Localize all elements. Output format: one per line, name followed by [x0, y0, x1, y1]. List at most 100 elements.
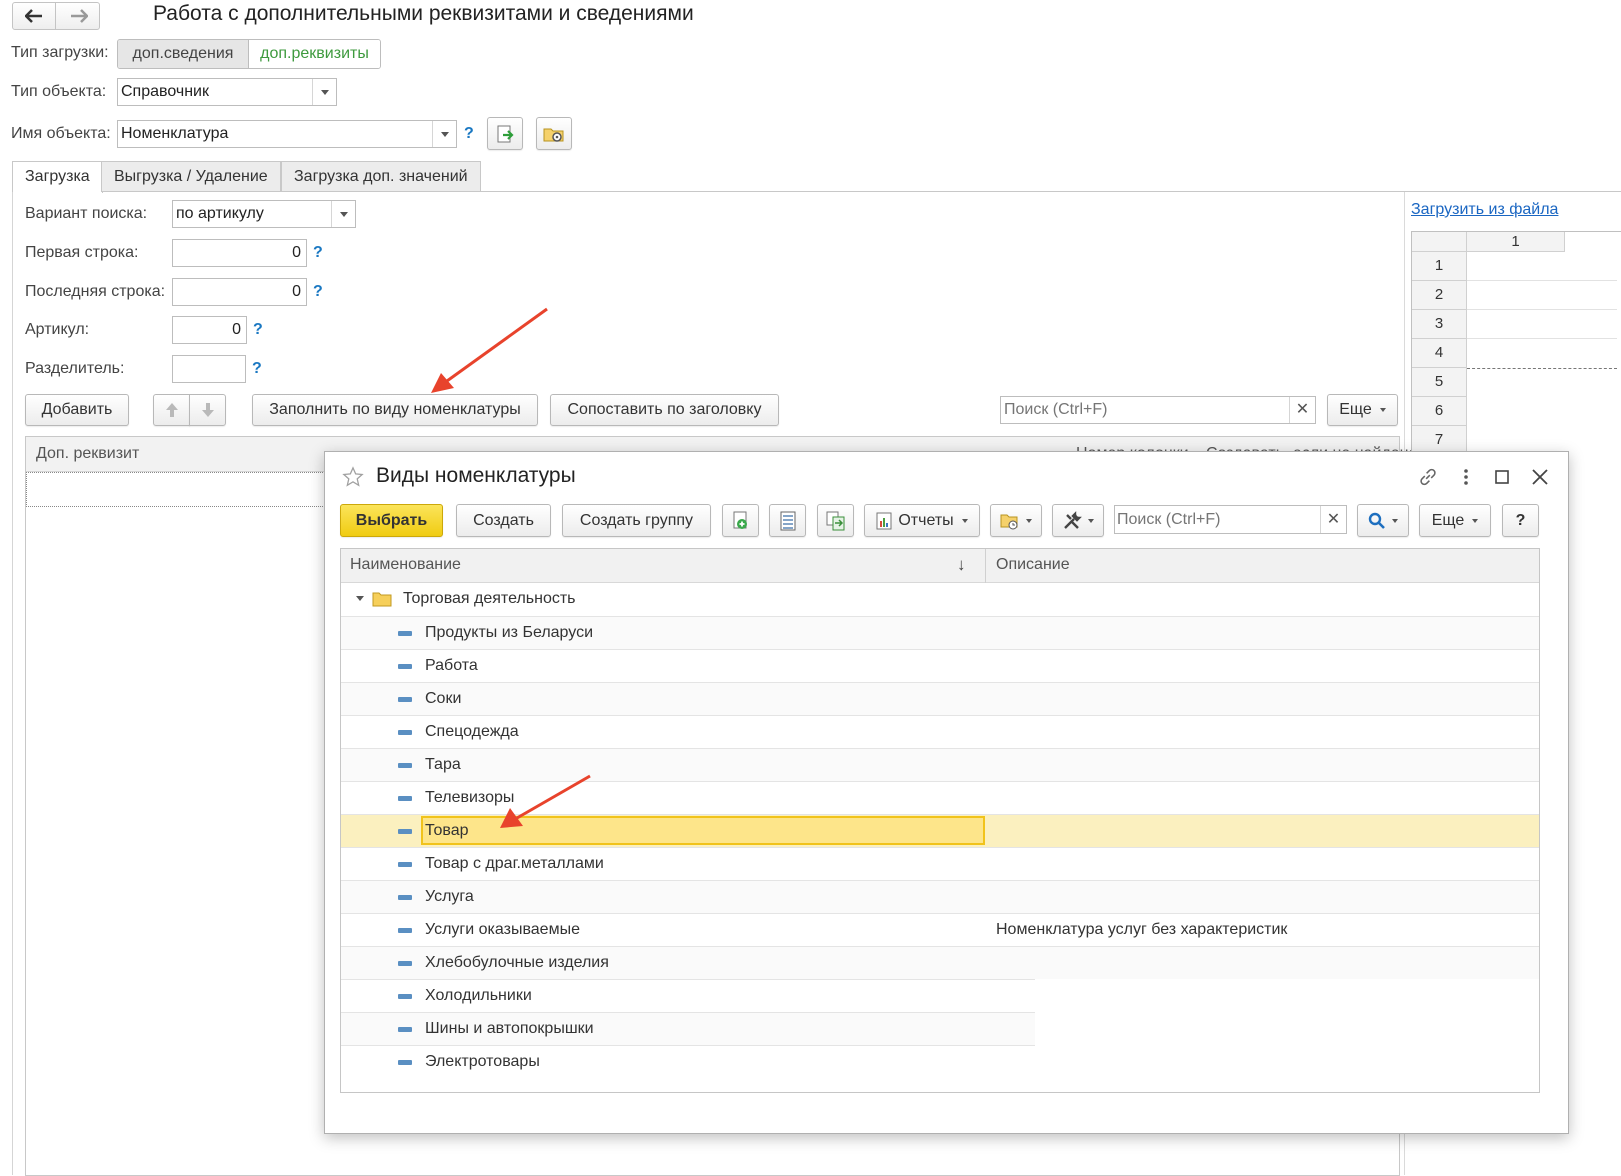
spreadsheet-cell[interactable]: [1467, 252, 1617, 281]
dialog-search-box: ✕: [1114, 505, 1347, 534]
spreadsheet-row-header[interactable]: 1: [1412, 252, 1467, 281]
move-up-button[interactable]: [153, 394, 190, 426]
item-name: Холодильники: [425, 987, 532, 1004]
object-name-label: Имя объекта:: [11, 125, 111, 142]
clear-search-icon[interactable]: ✕: [1289, 397, 1315, 423]
tools-icon: [1064, 510, 1082, 529]
reports-label: Отчеты: [898, 511, 954, 529]
list-item[interactable]: Товар: [341, 814, 1539, 847]
collapse-triangle-icon[interactable]: [356, 596, 364, 601]
search-variant-select[interactable]: по артикулу: [172, 200, 356, 228]
list-item[interactable]: Товар с драг.металлами: [341, 847, 1539, 880]
list-item[interactable]: Телевизоры: [341, 781, 1539, 814]
link-icon[interactable]: [1417, 466, 1439, 488]
tab-export-delete[interactable]: Выгрузка / Удаление: [101, 161, 281, 192]
match-by-header-button[interactable]: Сопоставить по заголовку: [550, 394, 779, 426]
main-more-button[interactable]: Еще: [1327, 394, 1398, 426]
close-icon[interactable]: [1530, 467, 1550, 487]
load-type-option-info[interactable]: доп.сведения: [118, 40, 249, 68]
kinds-list: Наименование ↓ Описание Торговая деятель…: [340, 548, 1540, 1093]
favorite-star-icon[interactable]: [342, 466, 364, 488]
separator-help-icon[interactable]: ?: [252, 360, 262, 378]
fill-by-kind-button[interactable]: Заполнить по виду номенклатуры: [252, 394, 538, 426]
list-icon: [780, 511, 795, 530]
folder-gear-icon: [543, 128, 564, 142]
last-row-input[interactable]: 0: [172, 278, 307, 306]
forward-button[interactable]: [57, 3, 100, 29]
dialog-clear-search-icon[interactable]: ✕: [1320, 506, 1346, 533]
spreadsheet-row-header[interactable]: 3: [1412, 310, 1467, 339]
chevron-down-icon: [961, 518, 968, 523]
item-name: Товар с драг.металлами: [425, 855, 604, 872]
item-name: Тара: [425, 756, 461, 773]
spreadsheet-row-header[interactable]: 5: [1412, 368, 1467, 397]
tab-load-values[interactable]: Загрузка доп. значений: [281, 161, 481, 192]
group-row[interactable]: Торговая деятельность: [341, 583, 1539, 616]
spreadsheet-row-header[interactable]: 2: [1412, 281, 1467, 310]
list-view-button[interactable]: [769, 504, 806, 537]
list-item[interactable]: Услуги оказываемые Номенклатура услуг без…: [341, 913, 1539, 946]
dialog-search-button[interactable]: [1357, 504, 1409, 537]
more-vertical-icon[interactable]: [1456, 466, 1476, 488]
dialog-search-input[interactable]: [1115, 506, 1320, 533]
article-help-icon[interactable]: ?: [253, 321, 263, 339]
load-type-option-props[interactable]: доп.реквизиты: [249, 40, 380, 68]
main-more-label: Еще: [1339, 401, 1372, 418]
dialog-more-button[interactable]: Еще: [1419, 504, 1491, 537]
add-copy-button[interactable]: [722, 504, 759, 537]
list-item[interactable]: Спецодежда: [341, 715, 1539, 748]
main-search-box: ✕: [1000, 396, 1316, 424]
move-down-button[interactable]: [189, 394, 226, 426]
chevron-down-icon[interactable]: [331, 201, 355, 227]
col-desc-header[interactable]: Описание: [996, 556, 1070, 574]
main-search-input[interactable]: [1001, 397, 1289, 423]
add-button[interactable]: Добавить: [25, 394, 129, 426]
select-button[interactable]: Выбрать: [340, 504, 443, 537]
last-row-label: Последняя строка:: [25, 283, 166, 300]
col-prop-header[interactable]: Доп. реквизит: [36, 445, 139, 463]
settings-folder-button[interactable]: [536, 117, 572, 150]
object-name-select[interactable]: Номенклатура: [117, 120, 457, 148]
list-item[interactable]: Работа: [341, 649, 1539, 682]
item-name: Телевизоры: [425, 789, 515, 806]
chevron-down-icon[interactable]: [312, 79, 336, 105]
spreadsheet-cell[interactable]: [1467, 310, 1617, 339]
item-name: Услуга: [425, 888, 474, 905]
maximize-icon[interactable]: [1493, 468, 1511, 486]
item-kind-icon: [398, 829, 412, 834]
separator-input[interactable]: [172, 355, 246, 383]
spreadsheet-row-header[interactable]: 4: [1412, 339, 1467, 368]
tools-button[interactable]: [1052, 504, 1104, 537]
attach-files-button[interactable]: [990, 504, 1042, 537]
spreadsheet-col-header[interactable]: 1: [1467, 232, 1565, 252]
item-name: Работа: [425, 657, 478, 674]
last-row-help-icon[interactable]: ?: [313, 283, 323, 301]
object-type-select[interactable]: Справочник: [117, 78, 337, 106]
chevron-down-icon: [1392, 518, 1398, 523]
list-item[interactable]: Соки: [341, 682, 1539, 715]
create-group-button[interactable]: Создать группу: [562, 504, 711, 537]
list-item[interactable]: Хлебобулочные изделия: [341, 946, 1539, 979]
export-button[interactable]: [487, 117, 523, 150]
reports-button[interactable]: Отчеты: [864, 504, 980, 537]
article-input[interactable]: 0: [172, 316, 247, 344]
tab-load[interactable]: Загрузка: [12, 161, 103, 193]
dialog-help-button[interactable]: ?: [1502, 504, 1539, 537]
group-name: Торговая деятельность: [403, 590, 576, 607]
chevron-down-icon[interactable]: [432, 121, 456, 147]
list-item[interactable]: Продукты из Беларуси: [341, 616, 1539, 649]
object-name-help-icon[interactable]: ?: [464, 125, 474, 143]
first-row-help-icon[interactable]: ?: [313, 244, 323, 262]
spreadsheet-cell[interactable]: [1467, 281, 1617, 310]
create-button[interactable]: Создать: [456, 504, 551, 537]
first-row-input[interactable]: 0: [172, 239, 307, 267]
col-name-header[interactable]: Наименование: [350, 556, 461, 574]
copy-structure-button[interactable]: [817, 504, 854, 537]
list-item[interactable]: Услуга: [341, 880, 1539, 913]
search-icon: [1368, 512, 1385, 529]
back-button[interactable]: [13, 3, 56, 29]
load-from-file-link[interactable]: Загрузить из файла: [1411, 201, 1558, 219]
list-item[interactable]: Тара: [341, 748, 1539, 781]
sort-down-icon[interactable]: ↓: [957, 555, 966, 575]
spreadsheet-row-header[interactable]: 6: [1412, 397, 1467, 426]
